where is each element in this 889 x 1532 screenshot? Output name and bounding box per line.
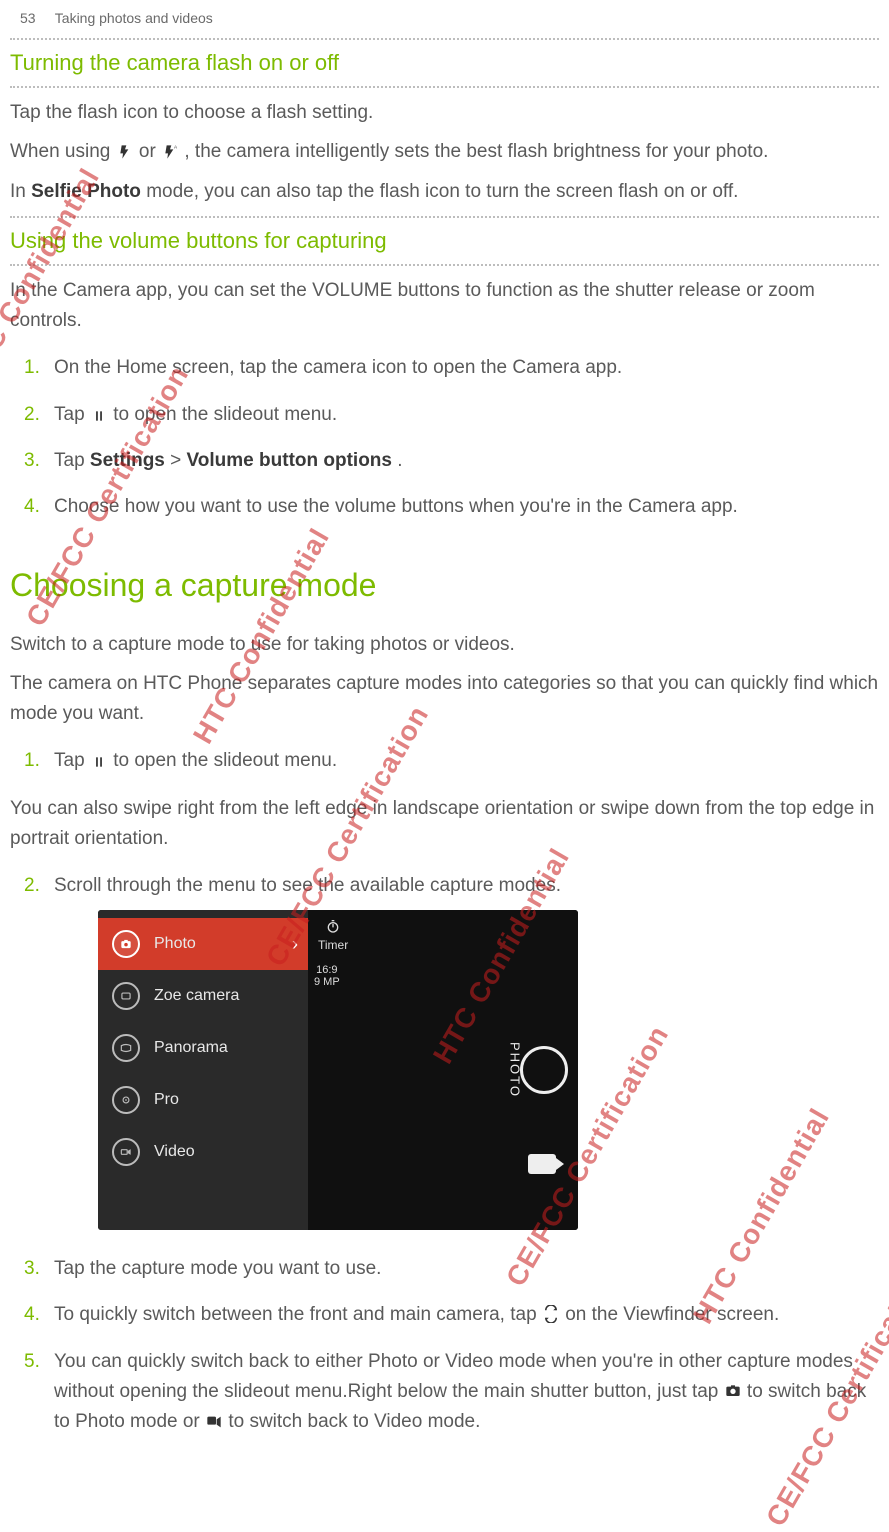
slideout-menu-icon xyxy=(90,407,108,425)
divider xyxy=(10,86,879,88)
step-item: 2. Scroll through the menu to see the av… xyxy=(10,863,879,1245)
panorama-icon xyxy=(112,1034,140,1062)
divider xyxy=(10,216,879,218)
mode-label: Zoe camera xyxy=(154,983,239,1009)
text: or xyxy=(139,141,161,162)
mode-label: Photo xyxy=(154,931,196,957)
mode-item-video[interactable]: Video xyxy=(98,1126,308,1178)
camera-icon xyxy=(112,930,140,958)
step-text: on the Viewfinder screen. xyxy=(565,1304,779,1325)
paragraph: When using or A , the camera intelligent… xyxy=(10,137,879,166)
pro-icon xyxy=(112,1086,140,1114)
text: When using xyxy=(10,141,116,162)
step-item: 1. Tap to open the slideout menu. xyxy=(10,738,879,784)
ratio-bot: 9 MP xyxy=(314,976,340,988)
section-title-volume: Using the volume buttons for capturing xyxy=(10,224,879,258)
step-item: 3. Tap the capture mode you want to use. xyxy=(10,1246,879,1292)
step-number: 3. xyxy=(24,1254,40,1284)
section-title-capture-mode: Choosing a capture mode xyxy=(10,539,879,620)
step-text: > xyxy=(170,450,186,471)
step-text: On the Home screen, tap the camera icon … xyxy=(54,357,622,378)
step-number: 4. xyxy=(24,1300,40,1330)
page-number: 53 xyxy=(20,10,36,26)
bold-text: Settings xyxy=(90,450,165,471)
mode-item-photo[interactable]: Photo › xyxy=(98,918,308,970)
mode-item-panorama[interactable]: Panorama xyxy=(98,1022,308,1074)
step-number: 2. xyxy=(24,400,40,430)
step-number: 4. xyxy=(24,492,40,522)
step-text: to open the slideout menu. xyxy=(113,750,337,771)
mode-item-pro[interactable]: Pro xyxy=(98,1074,308,1126)
step-item: 2. Tap to open the slideout menu. xyxy=(10,392,879,438)
paragraph: In the Camera app, you can set the VOLUM… xyxy=(10,276,879,335)
paragraph: You can also swipe right from the left e… xyxy=(10,794,879,853)
chevron-right-icon: › xyxy=(292,930,298,959)
step-number: 1. xyxy=(24,353,40,383)
shutter-button[interactable] xyxy=(520,1046,568,1094)
aspect-ratio-indicator: 16:9 9 MP xyxy=(314,964,340,988)
step-item: 5. You can quickly switch back to either… xyxy=(10,1339,879,1446)
text: mode, you can also tap the flash icon to… xyxy=(146,181,738,202)
step-item: 4. Choose how you want to use the volume… xyxy=(10,484,879,530)
step-text: Tap the capture mode you want to use. xyxy=(54,1258,381,1279)
section-title-flash: Turning the camera flash on or off xyxy=(10,46,879,80)
divider xyxy=(10,38,879,40)
slideout-menu-icon xyxy=(90,753,108,771)
svg-text:A: A xyxy=(174,145,178,150)
bold-text: Selfie Photo xyxy=(31,181,141,202)
video-mode-icon xyxy=(205,1413,223,1431)
step-number: 2. xyxy=(24,871,40,901)
ratio-top: 16:9 xyxy=(316,964,337,976)
step-number: 5. xyxy=(24,1347,40,1377)
step-text: Tap xyxy=(54,404,90,425)
step-number: 3. xyxy=(24,446,40,476)
paragraph: Switch to a capture mode to use for taki… xyxy=(10,630,879,659)
video-icon xyxy=(112,1138,140,1166)
step-item: 4. To quickly switch between the front a… xyxy=(10,1292,879,1338)
steps-list: 2. Scroll through the menu to see the av… xyxy=(10,863,879,1445)
step-text: Tap xyxy=(54,750,90,771)
bold-text: Volume button options xyxy=(187,450,392,471)
paragraph: In Selfie Photo mode, you can also tap t… xyxy=(10,177,879,206)
mode-menu: Photo › Zoe camera Panorama xyxy=(98,910,308,1230)
step-text: . xyxy=(397,450,402,471)
mode-label: Pro xyxy=(154,1087,179,1113)
flash-icon xyxy=(116,143,134,161)
step-text: to open the slideout menu. xyxy=(113,404,337,425)
text: In xyxy=(10,181,31,202)
step-item: 3. Tap Settings > Volume button options … xyxy=(10,438,879,484)
mode-label: Video xyxy=(154,1139,195,1165)
step-text: Tap xyxy=(54,450,90,471)
mode-item-zoe[interactable]: Zoe camera xyxy=(98,970,308,1022)
page-header: 53 Taking photos and videos xyxy=(10,0,879,32)
step-item: 1. On the Home screen, tap the camera ic… xyxy=(10,345,879,391)
steps-list: 1. On the Home screen, tap the camera ic… xyxy=(10,345,879,531)
breadcrumb: Taking photos and videos xyxy=(55,10,213,26)
video-mode-icon[interactable] xyxy=(528,1154,556,1174)
text: , the camera intelligently sets the best… xyxy=(184,141,768,162)
step-text: Scroll through the menu to see the avail… xyxy=(54,875,561,896)
mode-label: Panorama xyxy=(154,1035,228,1061)
flash-auto-icon: A xyxy=(161,143,179,161)
divider xyxy=(10,264,879,266)
step-text: Choose how you want to use the volume bu… xyxy=(54,496,738,517)
step-text: To quickly switch between the front and … xyxy=(54,1304,542,1325)
steps-list: 1. Tap to open the slideout menu. xyxy=(10,738,879,784)
paragraph: The camera on HTC Phone separates captur… xyxy=(10,669,879,728)
switch-camera-icon xyxy=(542,1305,560,1323)
timer-label: Timer xyxy=(318,936,348,955)
zoe-icon xyxy=(112,982,140,1010)
photo-mode-icon xyxy=(724,1383,742,1401)
timer-indicator: Timer xyxy=(318,918,348,955)
step-text: to switch back to Video mode. xyxy=(228,1411,480,1432)
paragraph: Tap the flash icon to choose a flash set… xyxy=(10,98,879,127)
capture-modes-screenshot: Photo › Zoe camera Panorama xyxy=(98,910,578,1230)
step-number: 1. xyxy=(24,746,40,776)
viewfinder-area: Timer 16:9 9 MP PHOTO xyxy=(308,910,578,1230)
